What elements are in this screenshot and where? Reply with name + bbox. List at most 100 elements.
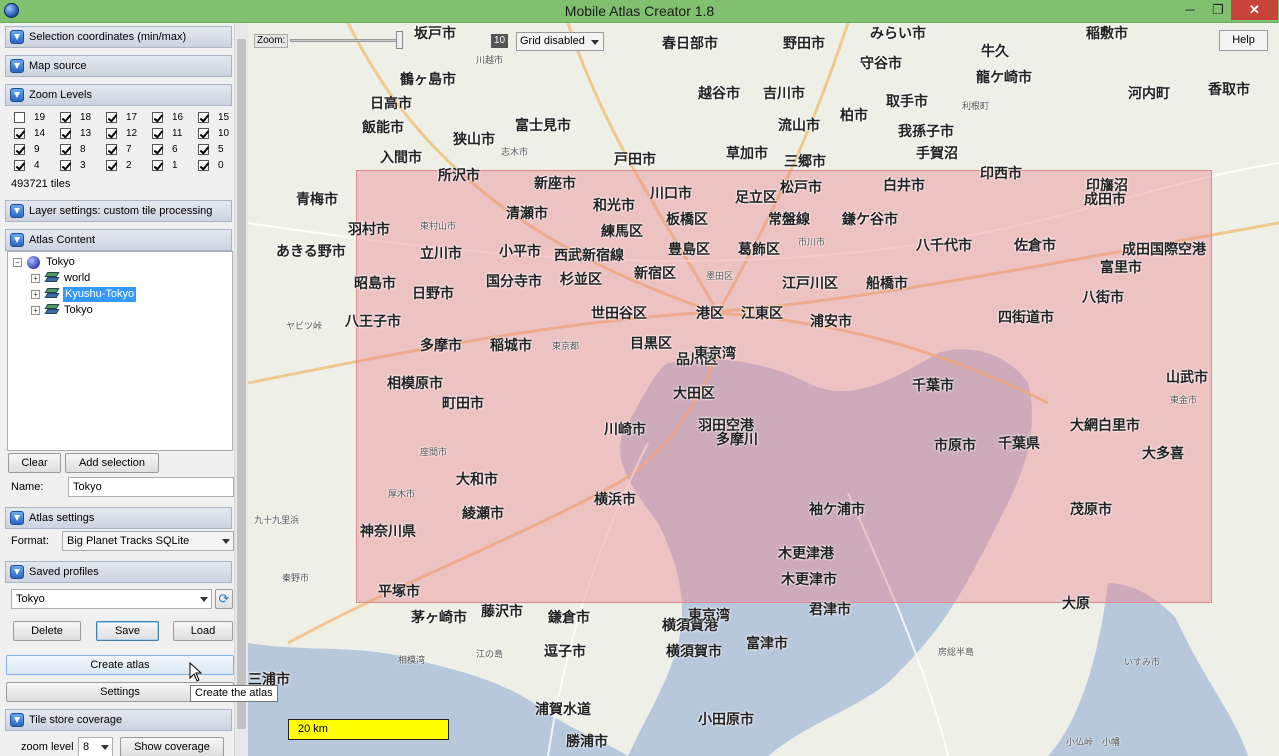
zoom-level-checkbox[interactable]: 18 <box>60 111 106 125</box>
tree-item-kyushu-tokyo[interactable]: Kyushu-Tokyo <box>63 287 137 302</box>
zoom-level-checkbox[interactable]: 17 <box>106 111 152 125</box>
section-map-source[interactable]: Map source <box>5 55 232 77</box>
minimize-button[interactable]: ─ <box>1176 0 1204 20</box>
zoom-level-checkbox[interactable]: 19 <box>14 111 60 125</box>
zoom-level-checkbox[interactable]: 14 <box>14 127 60 141</box>
map-place-label: 目黒区 <box>630 336 672 352</box>
map-place-label: 横浜市 <box>594 492 636 508</box>
checkbox-box[interactable] <box>106 160 117 171</box>
save-profile-button[interactable]: Save <box>96 621 159 641</box>
section-selection-coordinates[interactable]: Selection coordinates (min/max) <box>5 26 232 48</box>
checkbox-box[interactable] <box>14 160 25 171</box>
clear-button[interactable]: Clear <box>8 453 61 473</box>
checkbox-box[interactable] <box>152 128 163 139</box>
tree-collapse-icon[interactable]: − <box>13 258 22 267</box>
checkbox-box[interactable] <box>106 144 117 155</box>
zoom-level-checkbox[interactable]: 3 <box>60 159 106 173</box>
coverage-zoom-value: 8 <box>83 741 90 753</box>
add-selection-button[interactable]: Add selection <box>65 453 159 473</box>
atlas-tree[interactable]: − Tokyo + world + Kyushu-Tokyo + Tokyo <box>7 251 233 451</box>
checkbox-box[interactable] <box>60 160 71 171</box>
checkbox-box[interactable] <box>106 128 117 139</box>
title-bar[interactable]: Mobile Atlas Creator 1.8 ─ ❐ ✕ <box>0 0 1279 23</box>
section-layer-settings[interactable]: Layer settings: custom tile processing <box>5 200 232 222</box>
checkbox-box[interactable] <box>60 128 71 139</box>
checkbox-box[interactable] <box>198 112 209 123</box>
grid-select[interactable]: Grid disabled <box>516 32 604 51</box>
checkbox-box[interactable] <box>152 112 163 123</box>
maximize-button[interactable]: ❐ <box>1204 0 1232 20</box>
tree-expand-icon[interactable]: + <box>31 306 40 315</box>
zoom-slider-track[interactable] <box>290 39 400 42</box>
show-coverage-button[interactable]: Show coverage <box>120 737 224 756</box>
zoom-level-checkbox[interactable]: 7 <box>106 143 152 157</box>
map-place-label: 大原 <box>1062 596 1090 612</box>
checkbox-box[interactable] <box>14 144 25 155</box>
section-atlas-settings[interactable]: Atlas settings <box>5 507 232 529</box>
section-atlas-content[interactable]: Atlas Content <box>5 229 232 251</box>
checkbox-box[interactable] <box>14 128 25 139</box>
checkbox-box[interactable] <box>60 144 71 155</box>
load-profile-button[interactable]: Load <box>173 621 233 641</box>
zoom-level-checkbox[interactable]: 2 <box>106 159 152 173</box>
sidebar-scrollbar[interactable] <box>234 23 248 756</box>
zoom-slider-thumb[interactable] <box>396 31 403 49</box>
map-place-label: 浦安市 <box>810 314 852 330</box>
checkbox-box[interactable] <box>198 128 209 139</box>
map-place-label: 四街道市 <box>998 310 1054 326</box>
tree-item-world[interactable]: world <box>64 271 90 286</box>
map-place-label: 白井市 <box>883 178 925 194</box>
map-place-label: 春日部市 <box>662 36 718 52</box>
checkbox-box[interactable] <box>152 160 163 171</box>
zoom-level-checkbox[interactable]: 12 <box>106 127 152 141</box>
zoom-level-label: 0 <box>218 160 224 171</box>
help-button[interactable]: Help <box>1219 30 1268 51</box>
checkbox-box[interactable] <box>14 112 25 123</box>
zoom-level-checkbox[interactable]: 16 <box>152 111 198 125</box>
map-place-label: 大田区 <box>673 386 715 402</box>
layer-icon <box>44 272 60 283</box>
atlas-name-input[interactable]: Tokyo <box>68 477 234 497</box>
section-zoom-levels[interactable]: Zoom Levels <box>5 84 232 106</box>
map-place-label: 鎌倉市 <box>548 610 590 626</box>
map-place-label: 八街市 <box>1082 290 1124 306</box>
tree-item-tokyo[interactable]: Tokyo <box>64 303 93 318</box>
checkbox-box[interactable] <box>198 144 209 155</box>
zoom-level-checkbox[interactable]: 4 <box>14 159 60 173</box>
map-view[interactable]: 坂戸市 春日部市 野田市 みらい市 稲敷市 牛久 鶴ヶ島市 川越市 越谷市 吉川市 守谷市 龍ケ崎市日… <box>248 23 1279 756</box>
zoom-level-checkbox[interactable]: 9 <box>14 143 60 157</box>
tree-expand-icon[interactable]: + <box>31 290 40 299</box>
selection-rectangle[interactable] <box>356 170 1212 603</box>
map-place-label: 鎌ケ谷市 <box>842 212 898 228</box>
section-title: Atlas Content <box>29 234 96 246</box>
zoom-level-checkbox[interactable]: 1 <box>152 159 198 173</box>
delete-profile-button[interactable]: Delete <box>13 621 81 641</box>
zoom-level-checkbox[interactable]: 8 <box>60 143 106 157</box>
scrollbar-thumb[interactable] <box>237 39 246 729</box>
close-button[interactable]: ✕ <box>1231 0 1278 20</box>
checkbox-box[interactable] <box>60 112 71 123</box>
map-place-label: 流山市 <box>778 118 820 134</box>
map-place-label: 小仏峠 <box>1066 738 1094 748</box>
map-place-label: 西武新宿線 <box>554 248 624 264</box>
format-select[interactable]: Big Planet Tracks SQLite <box>62 531 234 551</box>
refresh-profiles-button[interactable]: ⟳ <box>215 589 233 609</box>
tree-root-tokyo[interactable]: Tokyo <box>46 255 75 270</box>
map-place-label: 町田市 <box>442 396 484 412</box>
profile-select[interactable]: Tokyo <box>11 589 212 609</box>
coverage-zoom-select[interactable]: 8 <box>78 737 113 756</box>
tree-expand-icon[interactable]: + <box>31 274 40 283</box>
map-place-label: 浦賀水道 <box>535 702 591 718</box>
zoom-level-checkbox[interactable]: 13 <box>60 127 106 141</box>
map-place-label: 富士見市 <box>515 118 571 134</box>
zoom-level-checkbox[interactable]: 6 <box>152 143 198 157</box>
zoom-level-checkbox[interactable]: 11 <box>152 127 198 141</box>
section-title: Zoom Levels <box>29 89 92 101</box>
checkbox-box[interactable] <box>198 160 209 171</box>
zoom-level-label: 5 <box>218 144 224 155</box>
checkbox-box[interactable] <box>106 112 117 123</box>
section-tile-store-coverage[interactable]: Tile store coverage <box>5 709 232 731</box>
map-place-label: 常盤線 <box>768 212 810 228</box>
checkbox-box[interactable] <box>152 144 163 155</box>
section-saved-profiles[interactable]: Saved profiles <box>5 561 232 583</box>
